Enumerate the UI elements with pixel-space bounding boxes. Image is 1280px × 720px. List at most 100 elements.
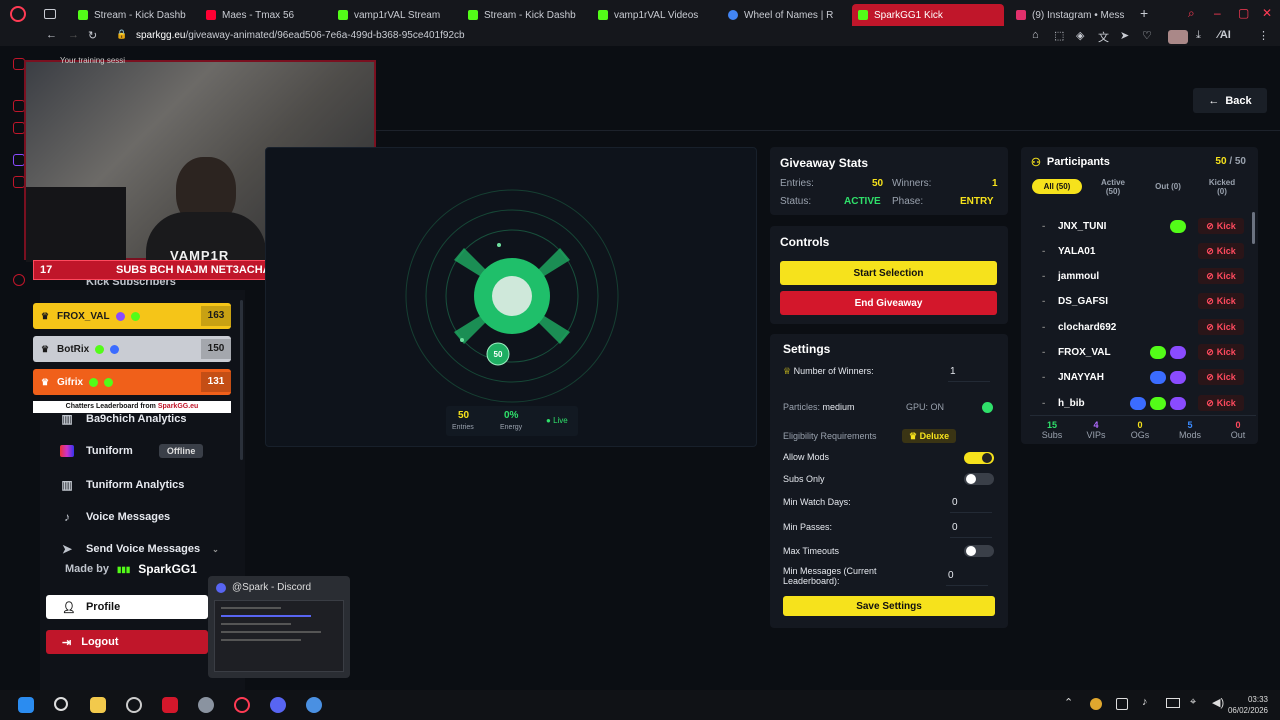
tray-app-icon[interactable] [1090,698,1102,710]
end-giveaway-button[interactable]: End Giveaway [780,291,997,315]
divider [245,130,1280,131]
participants-count: 50 / 50 [1215,156,1246,167]
min-watch-days-input[interactable]: 0 [950,497,992,513]
num-winners-input[interactable]: 1 [948,366,990,382]
windows-start-icon[interactable] [18,697,34,713]
sidebar-scrollbar[interactable] [240,300,243,460]
app-icon[interactable] [126,697,142,713]
download-icon[interactable]: ⤓ [1196,29,1201,42]
rail-settings-icon[interactable] [13,274,25,286]
kick-button[interactable]: ⊘ Kick [1198,369,1244,385]
opera-icon[interactable] [234,697,250,713]
sidebar-item-tuniform-analytics[interactable]: ▥ Tuniform Analytics [60,478,184,492]
filter-active-tab[interactable]: Active (50) [1093,177,1133,197]
avatar[interactable] [1168,30,1188,44]
sidebar-item-tuniform[interactable]: Tuniform Offline [60,444,204,458]
maximize-icon[interactable]: ▢ [1238,6,1249,20]
back-button[interactable]: ← Back [1193,88,1267,113]
opera-logo-icon[interactable] [10,6,26,22]
browser-tab[interactable]: Wheel of Names | R [722,4,844,26]
subs-only-toggle[interactable] [964,473,994,485]
clock[interactable]: 03:33 06/02/2026 [1208,694,1268,716]
filter-kicked-tab[interactable]: Kicked (0) [1203,177,1241,197]
giveaway-stats-panel: Giveaway Stats Entries: 50 Winners: 1 St… [770,147,1008,215]
back-nav-icon[interactable]: ← [46,29,57,41]
participant-row: - h_bib ⊘ Kick [1034,392,1244,414]
gpu-status-dot [982,402,993,413]
network-icon[interactable]: ⌖ [1190,696,1196,709]
participant-row: - clochard692 ⊘ Kick [1034,316,1244,338]
discord-icon[interactable] [270,697,286,713]
browser-tab[interactable]: vamp1rVAL Stream [332,4,452,26]
participant-row: - JNAYYAH ⊘ Kick [1034,366,1244,388]
browser-tab[interactable]: (9) Instagram • Mess [1010,4,1134,26]
ban-icon: ⊘ [1206,220,1214,231]
ai-icon[interactable]: ⁄AI [1218,29,1231,41]
kick-button[interactable]: ⊘ Kick [1198,395,1244,411]
shield-icon[interactable]: ◈ [1076,29,1084,42]
instagram-favicon-icon [1016,10,1026,20]
file-explorer-icon[interactable] [90,697,106,713]
browser-tab[interactable]: Stream - Kick Dashb [462,4,586,26]
preview-thumbnail [214,600,344,672]
kick-button[interactable]: ⊘ Kick [1198,218,1244,234]
min-messages-input[interactable]: 0 [946,570,988,586]
kick-button[interactable]: ⊘ Kick [1198,319,1244,335]
browser-tab[interactable]: Stream - Kick Dashb [72,4,192,26]
taskbar-preview[interactable]: @Spark - Discord [208,576,350,678]
badge-icon [1150,345,1166,359]
display-icon[interactable] [1166,698,1180,708]
profile-button[interactable]: 👤︎ Profile [46,595,208,619]
forward-nav-icon[interactable]: → [68,29,79,41]
search-tabs-icon[interactable]: ⌕ [1188,6,1195,21]
badge-icon [115,311,125,321]
browser-tab-active[interactable]: SparkGG1 Kick [852,4,1004,26]
screenshot-icon[interactable]: ⬚ [1054,29,1064,42]
participants-scrollbar[interactable] [1252,212,1255,244]
save-settings-button[interactable]: Save Settings [783,596,995,616]
participant-row: - JNX_TUNI ⊘ Kick [1034,215,1244,237]
badge-icon [1170,219,1186,233]
close-icon[interactable]: ✕ [1262,6,1272,20]
kick-button[interactable]: ⊘ Kick [1198,293,1244,309]
summary-vips: 4 VIPs [1086,420,1106,440]
tab-manager-icon[interactable] [44,9,56,19]
browser-tab-bar: Stream - Kick Dashb Maes - Tmax 56 vamp1… [0,0,1280,28]
send-icon[interactable]: ➤ [1120,29,1129,42]
tray-chevron-icon[interactable]: ⌃ [1064,696,1073,709]
settings-icon[interactable] [198,697,214,713]
min-passes-input[interactable]: 0 [950,522,992,538]
app-icon[interactable] [306,697,322,713]
minimize-icon[interactable]: – [1214,6,1221,20]
crown-icon: ♛ [41,344,50,354]
sidebar-item-voice-messages[interactable]: ♪ Voice Messages [60,510,170,524]
allow-mods-toggle[interactable] [964,452,994,464]
new-tab-icon[interactable]: + [1140,5,1148,21]
max-timeouts-toggle[interactable] [964,545,994,557]
search-icon[interactable] [54,697,68,711]
logout-button[interactable]: ⇥ Logout [46,630,208,654]
reload-icon[interactable]: ↻ [88,29,97,42]
start-selection-button[interactable]: Start Selection [780,261,997,285]
microphone-icon[interactable]: ♪ [1142,696,1148,708]
filter-all-tab[interactable]: All (50) [1032,179,1082,194]
site-info-icon[interactable]: 🔒 [116,29,127,40]
leaderboard-row: ♛ FROX_VAL 163 [33,303,231,329]
browser-tab[interactable]: Maes - Tmax 56 [200,4,320,26]
menu-icon[interactable]: ⋮ [1258,29,1269,42]
tray-app-icon[interactable] [1116,698,1128,710]
extension-icon[interactable]: ⌂ [1032,29,1039,41]
filter-out-tab[interactable]: Out (0) [1146,179,1190,194]
kick-button[interactable]: ⊘ Kick [1198,243,1244,259]
kick-button[interactable]: ⊘ Kick [1198,268,1244,284]
kick-button[interactable]: ⊘ Kick [1198,344,1244,360]
heart-icon[interactable]: ♡ [1142,29,1152,42]
ban-icon: ⊘ [1206,245,1214,256]
translate-icon[interactable]: 文 [1098,29,1109,45]
app-icon[interactable] [162,697,178,713]
browser-tab[interactable]: vamp1rVAL Videos [592,4,712,26]
sidebar-item-send-voice-messages[interactable]: ➤ Send Voice Messages ⌄ [60,542,219,556]
sidebar-item-ba9chich-analytics[interactable]: ▥ Ba9chich Analytics [60,412,186,426]
wheel-favicon-icon [728,10,738,20]
url-field[interactable]: sparkgg.eu/giveaway-animated/96ead506-7e… [136,30,465,41]
